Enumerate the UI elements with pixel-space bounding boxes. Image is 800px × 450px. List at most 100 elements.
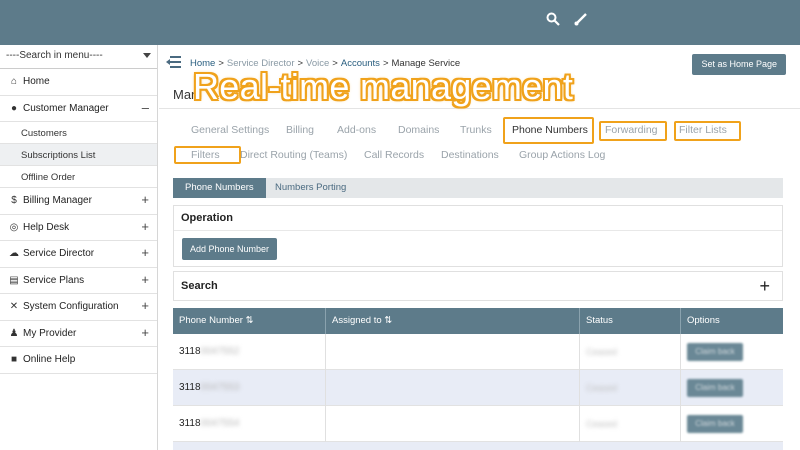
status-text: Ceased	[586, 419, 618, 429]
highlight-filter-lists	[674, 121, 741, 141]
status-cell: Ceased	[580, 406, 681, 442]
sidebar-item-service-plans[interactable]: ▤ Service Plans +	[0, 268, 157, 294]
brush-icon[interactable]	[574, 12, 588, 32]
add-phone-number-button[interactable]: Add Phone Number	[182, 238, 278, 260]
phone-number-cell: 31180047553	[173, 370, 326, 406]
collapse-icon[interactable]: –	[142, 100, 149, 115]
column-status: Status	[580, 308, 681, 334]
table-row: 31180047552 Ceased Claim back	[173, 334, 783, 370]
sidebar-item-system-configuration[interactable]: ✕ System Configuration +	[0, 294, 157, 321]
table-row: 31180047553 Ceased Claim back	[173, 370, 783, 406]
search-icon[interactable]	[546, 12, 560, 32]
phone-prefix: 3118	[179, 382, 201, 393]
dollar-icon: $	[11, 195, 17, 207]
assigned-to-cell	[326, 334, 580, 370]
sidebar-subitem-offline-order[interactable]: Offline Order	[0, 166, 157, 188]
phone-redacted: 0047554	[200, 418, 240, 429]
provider-icon: ♟	[9, 327, 19, 339]
overlay-headline: Real-time management	[193, 66, 574, 107]
phone-redacted: 0047553	[200, 382, 240, 393]
caret-down-icon	[143, 53, 151, 58]
tab-add-ons[interactable]: Add-ons	[337, 124, 376, 136]
set-as-home-page-button[interactable]: Set as Home Page	[692, 54, 786, 75]
sidebar-item-label: Online Help	[23, 354, 76, 366]
subtab-numbers-porting[interactable]: Numbers Porting	[263, 178, 358, 198]
menu-search-label: ----Search in menu----	[6, 50, 103, 61]
sidebar-item-online-help[interactable]: ■ Online Help	[0, 347, 157, 374]
highlight-phone-numbers	[503, 117, 594, 144]
tab-trunks[interactable]: Trunks	[460, 124, 492, 136]
tab-domains[interactable]: Domains	[398, 124, 439, 136]
tab-call-records[interactable]: Call Records	[364, 149, 424, 161]
sidebar-item-home[interactable]: ⌂ Home	[0, 69, 157, 96]
sidebar-item-label: Service Director	[23, 248, 95, 260]
sidebar-item-billing-manager[interactable]: $ Billing Manager +	[0, 188, 157, 215]
column-phone-number[interactable]: Phone Number ⇅	[173, 308, 326, 334]
status-cell: Ceased	[580, 370, 681, 406]
sidebar-item-label: Home	[23, 76, 50, 88]
options-cell: Claim back	[681, 406, 783, 442]
options-cell: Claim back	[681, 334, 783, 370]
expand-icon[interactable]: +	[141, 192, 149, 207]
assigned-to-cell	[326, 370, 580, 406]
search-title: Search	[181, 280, 218, 292]
expand-icon[interactable]: +	[141, 298, 149, 313]
cloud-icon: ☁	[9, 248, 19, 260]
status-text: Ceased	[586, 347, 618, 357]
sidebar-item-label: Service Plans	[23, 274, 85, 286]
assigned-to-cell	[326, 406, 580, 442]
claim-back-button[interactable]: Claim back	[687, 415, 743, 433]
column-assigned-to[interactable]: Assigned to ⇅	[326, 308, 580, 334]
operation-title: Operation	[181, 212, 233, 224]
options-cell: Claim back	[681, 370, 783, 406]
operation-panel: Operation Add Phone Number	[173, 205, 783, 267]
subtab-phone-numbers[interactable]: Phone Numbers	[173, 178, 266, 198]
phone-prefix: 3118	[179, 346, 201, 357]
home-icon: ⌂	[10, 76, 18, 88]
sidebar-item-customer-manager[interactable]: ● Customer Manager –	[0, 96, 157, 122]
tab-destinations[interactable]: Destinations	[441, 149, 499, 161]
sidebar-item-label: Billing Manager	[23, 195, 92, 207]
claim-back-button[interactable]: Claim back	[687, 343, 743, 361]
phone-prefix: 3118	[179, 418, 201, 429]
phone-number-cell: 31180047552	[173, 334, 326, 370]
page-title: Manage Service	[173, 87, 195, 102]
subtab-bar: Phone Numbers Numbers Porting	[173, 178, 783, 198]
claim-back-button[interactable]: Claim back	[687, 379, 743, 397]
expand-icon[interactable]: +	[141, 272, 149, 287]
sidebar: ----Search in menu---- ⌂ Home ● Customer…	[0, 45, 158, 450]
phone-number-cell: 31180047554	[173, 406, 326, 442]
menu-toggle-icon[interactable]	[166, 56, 181, 68]
phone-redacted: 0047552	[200, 346, 240, 357]
expand-search-icon[interactable]: +	[759, 277, 770, 295]
status-cell: Ceased	[580, 334, 681, 370]
expand-icon[interactable]: +	[141, 325, 149, 340]
column-options: Options	[687, 315, 720, 326]
table-row: 31180047554 Ceased Claim back	[173, 406, 783, 442]
tab-billing[interactable]: Billing	[286, 124, 314, 136]
tab-general-settings[interactable]: General Settings	[191, 124, 269, 136]
top-bar	[0, 0, 800, 45]
table-row-partial	[173, 442, 783, 450]
sidebar-subitem-customers[interactable]: Customers	[0, 122, 157, 144]
highlight-forwarding	[599, 121, 667, 141]
wrench-icon: ✕	[9, 301, 19, 313]
menu-search-select[interactable]: ----Search in menu----	[0, 45, 157, 69]
tab-group-actions-log[interactable]: Group Actions Log	[519, 149, 605, 161]
sidebar-item-my-provider[interactable]: ♟ My Provider +	[0, 321, 157, 347]
table-header: Phone Number ⇅ Assigned to ⇅ Status Opti…	[173, 308, 783, 334]
tab-direct-routing-teams[interactable]: Direct Routing (Teams)	[240, 149, 347, 161]
sidebar-item-label: Help Desk	[23, 221, 70, 233]
search-panel[interactable]: Search +	[173, 271, 783, 301]
sidebar-item-help-desk[interactable]: ◎ Help Desk +	[0, 215, 157, 241]
expand-icon[interactable]: +	[141, 245, 149, 260]
lifebuoy-icon: ◎	[9, 221, 19, 233]
sidebar-item-label: System Configuration	[23, 301, 119, 313]
sidebar-item-service-director[interactable]: ☁ Service Director +	[0, 241, 157, 268]
status-text: Ceased	[586, 383, 618, 393]
sidebar-subitem-subscriptions-list[interactable]: Subscriptions List	[0, 144, 157, 166]
expand-icon[interactable]: +	[141, 219, 149, 234]
panel-divider	[174, 230, 782, 231]
sidebar-item-label: My Provider	[23, 327, 77, 339]
highlight-filters	[174, 146, 241, 164]
